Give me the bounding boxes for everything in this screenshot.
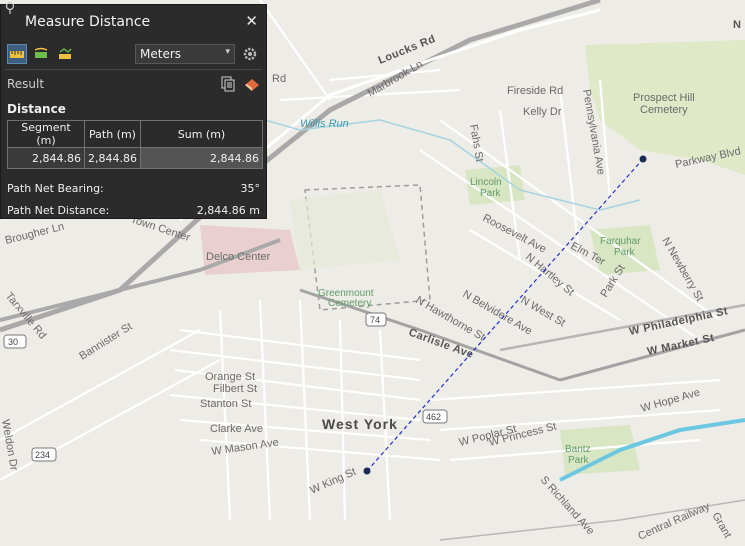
- label-bantz-park: Park: [568, 455, 590, 466]
- cell-sum: 2,844.86: [139, 147, 264, 169]
- ruler-path-icon: [59, 48, 72, 59]
- svg-text:30: 30: [8, 337, 18, 347]
- result-label: Result: [7, 77, 45, 91]
- label-delco-center: Delco Center: [206, 251, 271, 263]
- label-west-york: West York: [322, 416, 398, 432]
- measure-geodesic-button[interactable]: [31, 44, 51, 64]
- measure-start-vertex[interactable]: [363, 467, 371, 475]
- label-prospect-hill: Prospect Hill: [633, 92, 695, 104]
- route-462-shield: 462: [422, 409, 448, 424]
- label-filbert-st: Filbert St: [213, 383, 257, 395]
- label-rd: Rd: [272, 73, 286, 85]
- label-farquhar-park: Park: [614, 247, 636, 258]
- col-segment[interactable]: Segment (m): [7, 120, 85, 148]
- label-willis-run: Willis Run: [300, 118, 349, 130]
- label-greenmount-cemetery: Cemetery: [328, 298, 371, 309]
- panel-title: Measure Distance: [25, 14, 151, 30]
- pin-icon[interactable]: [3, 1, 17, 15]
- distance-heading: Distance: [7, 102, 66, 116]
- result-header: Result: [1, 70, 266, 98]
- panel-titlebar[interactable]: Measure Distance ✕: [1, 1, 266, 39]
- label-fireside-rd: Fireside Rd: [507, 85, 563, 97]
- label-clarke-ave: Clarke Ave: [210, 423, 263, 435]
- label-orange-st: Orange St: [205, 371, 255, 383]
- measure-path-button[interactable]: [55, 44, 75, 64]
- net-distance-label: Path Net Distance:: [7, 203, 110, 217]
- route-234-shield: 234: [31, 447, 57, 462]
- copy-icon[interactable]: [219, 75, 237, 93]
- measure-distance-panel: Measure Distance ✕ Meters ▾ Result Dista…: [0, 1, 267, 221]
- net-distance-value: 2,844.86 m: [196, 203, 260, 217]
- clear-results-icon[interactable]: [243, 75, 261, 93]
- label-bantz: Bantz: [565, 444, 591, 455]
- col-path[interactable]: Path (m): [84, 120, 141, 148]
- label-n: N: [733, 19, 741, 31]
- measure-end-vertex[interactable]: [639, 155, 647, 163]
- units-dropdown[interactable]: Meters ▾: [135, 44, 235, 64]
- label-lincoln: Lincoln: [470, 177, 502, 188]
- route-74-shield: 74: [365, 312, 387, 327]
- close-icon[interactable]: ✕: [245, 12, 258, 30]
- units-value: Meters: [140, 47, 182, 61]
- table-row[interactable]: 2,844.86 2,844.86 2,844.86: [7, 147, 264, 169]
- bearing-value: 35°: [240, 181, 261, 195]
- col-sum[interactable]: Sum (m): [139, 120, 264, 148]
- svg-text:462: 462: [426, 412, 441, 422]
- label-kelly-dr: Kelly Dr: [523, 106, 562, 118]
- label-cemetery: Cemetery: [640, 104, 688, 116]
- ruler-geodesic-icon: [34, 47, 48, 58]
- label-stanton-st: Stanton St: [200, 398, 251, 410]
- cell-path: 2,844.86: [84, 147, 141, 169]
- measure-planar-button[interactable]: [7, 44, 27, 64]
- ruler-icon: [10, 51, 24, 58]
- bearing-row: Path Net Bearing: 35°: [1, 177, 266, 199]
- label-farquhar: Farquhar: [600, 236, 641, 247]
- svg-text:74: 74: [370, 315, 380, 325]
- gear-icon[interactable]: [242, 46, 258, 62]
- table-header-row: Segment (m) Path (m) Sum (m): [7, 120, 264, 148]
- cell-segment: 2,844.86: [7, 147, 85, 169]
- distance-table: Segment (m) Path (m) Sum (m) 2,844.86 2,…: [7, 120, 264, 169]
- label-lincoln-park: Park: [480, 188, 502, 199]
- bearing-label: Path Net Bearing:: [7, 181, 104, 195]
- net-distance-row: Path Net Distance: 2,844.86 m: [1, 199, 266, 221]
- svg-text:234: 234: [35, 450, 50, 460]
- measure-toolbar: Meters ▾: [1, 39, 266, 69]
- chevron-down-icon: ▾: [225, 47, 230, 57]
- route-30-shield: 30: [3, 334, 27, 349]
